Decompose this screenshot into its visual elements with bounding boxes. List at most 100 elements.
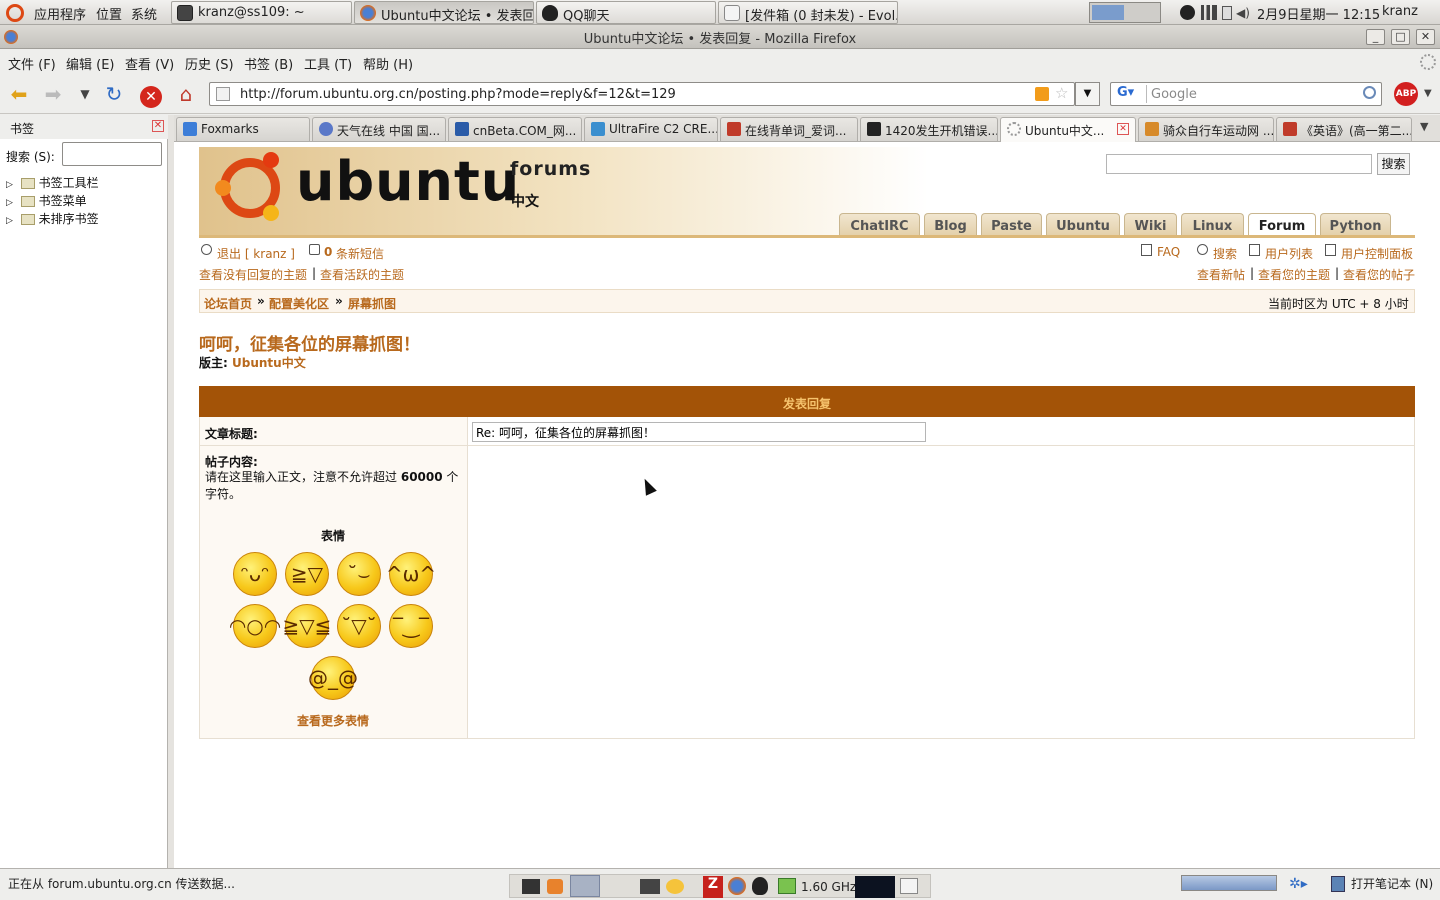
user-menu[interactable]: kranz	[1382, 4, 1418, 19]
app-tray-icon[interactable]	[547, 879, 563, 894]
tab-ultrafire[interactable]: UltraFire C2 CRE...	[584, 117, 718, 141]
system-menu[interactable]: 系统	[131, 4, 157, 23]
settings-tray-icon[interactable]: ✲▸	[1289, 876, 1311, 892]
rss-feed-icon[interactable]	[1035, 87, 1049, 101]
forum-search-button[interactable]: 搜索	[1377, 153, 1410, 175]
smiley-laugh-icon[interactable]: ◠○◠	[229, 604, 281, 648]
memberlist-link[interactable]: 用户列表	[1265, 245, 1313, 262]
logo-wordmark[interactable]: ubuntu	[296, 150, 520, 213]
url-bar[interactable]: http://forum.ubuntu.org.cn/posting.php?m…	[209, 82, 1075, 106]
your-posts-link[interactable]: 查看您的帖子	[1343, 266, 1415, 283]
filezilla-tray-icon[interactable]: Z	[703, 876, 723, 898]
smiley-sweat-grin-icon[interactable]: ≧▽≦	[283, 604, 331, 648]
new-posts-link[interactable]: 查看新帖	[1197, 266, 1245, 283]
nav-tab-blog[interactable]: Blog	[924, 213, 977, 237]
tree-item-unsorted[interactable]: ▷ 未排序书签	[6, 210, 99, 227]
adblock-dropdown-icon[interactable]: ▼	[1424, 88, 1432, 99]
battery-icon[interactable]	[1222, 6, 1232, 20]
more-smilies-link[interactable]: 查看更多表情	[297, 712, 369, 729]
tab-weather[interactable]: 天气在线 中国 国...	[312, 117, 446, 141]
search-link[interactable]: 搜索	[1213, 245, 1237, 262]
menu-bookmarks[interactable]: 书签 (B)	[244, 54, 293, 73]
history-dropdown-icon[interactable]: ▼	[72, 82, 98, 106]
stop-button[interactable]: ✕	[138, 82, 164, 108]
your-topics-link[interactable]: 查看您的主题	[1258, 266, 1330, 283]
ubuntu-logo-icon[interactable]	[6, 4, 24, 22]
unanswered-link[interactable]: 查看没有回复的主题	[199, 266, 307, 283]
nav-tab-wiki[interactable]: Wiki	[1124, 213, 1177, 237]
magnifier-icon[interactable]	[1363, 86, 1376, 99]
task-qq[interactable]: QQ聊天	[536, 1, 716, 24]
close-window-button[interactable]: ✕	[1416, 29, 1435, 45]
smiley-grin-icon[interactable]: ˘▽˘	[337, 604, 381, 648]
tab-list-button[interactable]: ▼	[1420, 120, 1428, 133]
breadcrumb-subforum[interactable]: 屏幕抓图	[348, 295, 396, 312]
qq-tray-icon[interactable]	[1180, 5, 1195, 20]
firefox-launcher-icon[interactable]	[728, 877, 746, 895]
forum-search-input[interactable]	[1106, 154, 1372, 174]
back-button[interactable]: ⬅	[6, 82, 32, 106]
tab-english[interactable]: 《英语》(高一第二...	[1276, 117, 1412, 141]
task-firefox[interactable]: Ubuntu中文论坛 • 发表回...	[354, 1, 534, 24]
minimize-button[interactable]: _	[1366, 29, 1385, 45]
tab-cnbeta[interactable]: cnBeta.COM_网...	[448, 117, 582, 141]
cpu-frequency[interactable]: 1.60 GHz	[801, 880, 856, 894]
menu-history[interactable]: 历史 (S)	[185, 54, 234, 73]
volume-icon[interactable]: ◀)	[1236, 6, 1250, 20]
adblock-plus-button[interactable]: ABP	[1394, 82, 1418, 106]
task-terminal[interactable]: kranz@ss109: ~	[171, 1, 352, 24]
message-textarea[interactable]	[468, 447, 1414, 738]
qq-launcher-icon[interactable]	[752, 877, 768, 895]
clock[interactable]: 2月9日星期一 12:15	[1257, 4, 1380, 23]
expander-icon[interactable]: ▷	[6, 180, 13, 190]
url-dropdown-button[interactable]: ▼	[1075, 82, 1100, 106]
faq-link[interactable]: FAQ	[1157, 245, 1180, 259]
applications-menu[interactable]: 应用程序	[34, 4, 86, 23]
menu-view[interactable]: 查看 (V)	[125, 54, 174, 73]
places-menu[interactable]: 位置	[96, 4, 122, 23]
smiley-smug-icon[interactable]: ‾‿‾	[389, 604, 433, 648]
moderator-link[interactable]: Ubuntu中文	[232, 354, 306, 371]
nav-tab-chatirc[interactable]: ChatIRC	[839, 213, 920, 237]
breadcrumb-home[interactable]: 论坛首页	[204, 295, 252, 312]
task-evolution[interactable]: [发件箱 (0 封未发) - Evol...	[718, 1, 898, 24]
nav-tab-linux[interactable]: Linux	[1181, 213, 1244, 237]
pm-count[interactable]: 0	[324, 245, 332, 259]
menu-edit[interactable]: 编辑 (E)	[66, 54, 115, 73]
search-bar[interactable]: G▾ Google	[1110, 82, 1382, 106]
subject-input[interactable]	[472, 422, 926, 442]
menu-tools[interactable]: 工具 (T)	[304, 54, 352, 73]
tab-bike[interactable]: 骑众自行车运动网 ...	[1138, 117, 1274, 141]
menu-file[interactable]: 文件 (F)	[8, 54, 56, 73]
smiley-giggle-icon[interactable]: ^ω^	[386, 552, 436, 596]
menu-help[interactable]: 帮助 (H)	[363, 54, 413, 73]
weather-tray-icon[interactable]	[666, 879, 684, 894]
nav-tab-python[interactable]: Python	[1320, 213, 1391, 237]
film-tray-icon[interactable]	[640, 879, 660, 894]
maximize-button[interactable]: □	[1391, 29, 1410, 45]
expander-icon[interactable]: ▷	[6, 198, 13, 208]
smiley-wink-icon[interactable]: ˘⌣	[337, 552, 381, 596]
tab-ubuntu-forum[interactable]: Ubuntu中文... ✕	[1000, 117, 1136, 143]
workspace-switcher[interactable]	[1089, 2, 1161, 23]
window-titlebar[interactable]: Ubuntu中文论坛 • 发表回复 - Mozilla Firefox _ □ …	[0, 25, 1440, 49]
nav-tab-paste[interactable]: Paste	[981, 213, 1042, 237]
system-monitor-graph[interactable]	[855, 876, 895, 898]
tree-item-toolbar[interactable]: ▷ 书签工具栏	[6, 174, 99, 191]
active-topics-link[interactable]: 查看活跃的主题	[320, 266, 404, 283]
tab-close-icon[interactable]: ✕	[1117, 123, 1129, 135]
pm-link[interactable]: 条新短信	[336, 245, 384, 262]
expander-icon[interactable]: ▷	[6, 216, 13, 226]
open-notebook-button[interactable]: 打开笔记本 (N)	[1351, 875, 1433, 892]
breadcrumb-forum[interactable]: 配置美化区	[269, 295, 329, 312]
battery-tray-icon[interactable]	[778, 878, 796, 894]
forward-button[interactable]: ➡	[40, 82, 66, 106]
search-engine-selector[interactable]: G▾	[1113, 85, 1147, 103]
tree-item-menu[interactable]: ▷ 书签菜单	[6, 192, 87, 209]
smiley-dizzy-icon[interactable]: @_@	[308, 656, 358, 700]
topic-title[interactable]: 呵呵，征集各位的屏幕抓图！	[199, 330, 420, 355]
tab-foxmarks[interactable]: Foxmarks	[176, 117, 310, 141]
home-button[interactable]: ⌂	[173, 82, 199, 106]
tab-iciba[interactable]: 在线背单词_爱词...	[720, 117, 858, 141]
sidebar-search-input[interactable]	[62, 142, 162, 166]
